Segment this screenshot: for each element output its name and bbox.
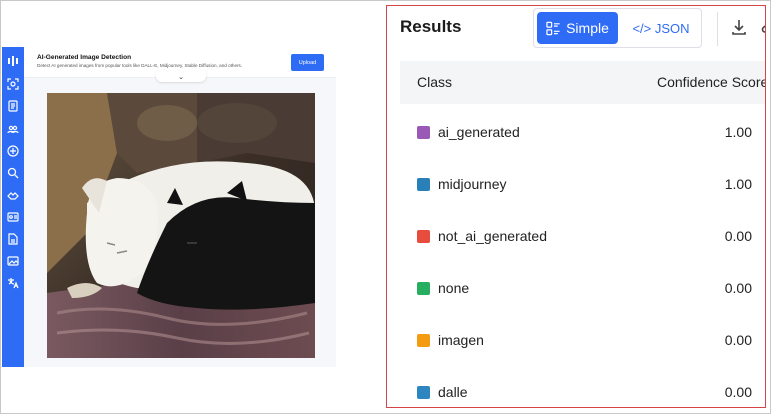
image-icon[interactable] <box>7 255 19 267</box>
download-icon[interactable] <box>730 18 748 36</box>
table-row: dalle 0.00 <box>400 364 765 407</box>
hands-icon[interactable] <box>7 189 19 201</box>
confidence-score: 1.00 <box>724 124 752 140</box>
uploaded-image <box>47 93 315 358</box>
view-toggle: Simple </> JSON <box>533 8 702 48</box>
table-row: imagen 0.00 <box>400 312 765 364</box>
results-panel: Results Simple </> JSON Class Confidence… <box>386 5 766 408</box>
results-table-header: Class Confidence Score <box>400 61 766 104</box>
json-view-button[interactable]: </> JSON <box>622 12 700 44</box>
class-name: midjourney <box>438 176 507 192</box>
table-row: ai_generated 1.00 <box>400 104 765 156</box>
mini-sidebar <box>2 47 24 367</box>
column-header-score: Confidence Score <box>657 74 766 90</box>
mini-page-title: AI-Generated Image Detection <box>37 54 132 61</box>
table-row: not_ai_generated 0.00 <box>400 208 765 260</box>
class-name: imagen <box>438 332 484 348</box>
logo-icon[interactable] <box>7 55 19 67</box>
class-color-swatch <box>417 386 430 399</box>
confidence-score: 0.00 <box>724 332 752 348</box>
collapse-toggle[interactable]: ⌄ <box>156 71 206 82</box>
column-header-class: Class <box>417 74 453 90</box>
mini-page-subtitle: Detect AI generated images from popular … <box>37 63 243 68</box>
class-name: ai_generated <box>438 124 520 140</box>
confidence-score: 0.00 <box>724 280 752 296</box>
upload-button[interactable]: Upload <box>291 54 324 71</box>
dog-cat-photo <box>47 93 315 358</box>
class-color-swatch <box>417 230 430 243</box>
chevron-down-icon: ⌄ <box>178 73 184 81</box>
results-table-body: ai_generated 1.00 midjourney 1.00 not_ai… <box>400 104 765 407</box>
table-row: midjourney 1.00 <box>400 156 765 208</box>
translate-icon[interactable] <box>7 277 19 289</box>
simple-view-button[interactable]: Simple <box>537 12 618 44</box>
table-row: none 0.00 <box>400 260 765 312</box>
class-color-swatch <box>417 178 430 191</box>
toolbar-divider <box>717 12 718 46</box>
results-title: Results <box>400 17 462 36</box>
class-name: dalle <box>438 384 468 400</box>
class-name: none <box>438 280 470 296</box>
simple-view-label: Simple <box>566 20 609 36</box>
link-icon[interactable] <box>759 18 765 36</box>
id-card-icon[interactable] <box>7 211 19 223</box>
mini-app-preview: AI-Generated Image Detection Detect AI g… <box>2 47 336 367</box>
class-name: not_ai_generated <box>438 228 547 244</box>
search-icon[interactable] <box>7 167 19 179</box>
people-icon[interactable] <box>7 123 19 135</box>
confidence-score: 0.00 <box>724 228 752 244</box>
document-icon[interactable] <box>7 100 19 112</box>
circle-grid-icon[interactable] <box>7 145 19 157</box>
confidence-score: 1.00 <box>724 176 752 192</box>
list-view-icon <box>546 21 561 36</box>
class-color-swatch <box>417 334 430 347</box>
scan-icon[interactable] <box>7 78 19 90</box>
class-color-swatch <box>417 126 430 139</box>
confidence-score: 0.00 <box>724 384 752 400</box>
class-color-swatch <box>417 282 430 295</box>
file-icon[interactable] <box>7 233 19 245</box>
